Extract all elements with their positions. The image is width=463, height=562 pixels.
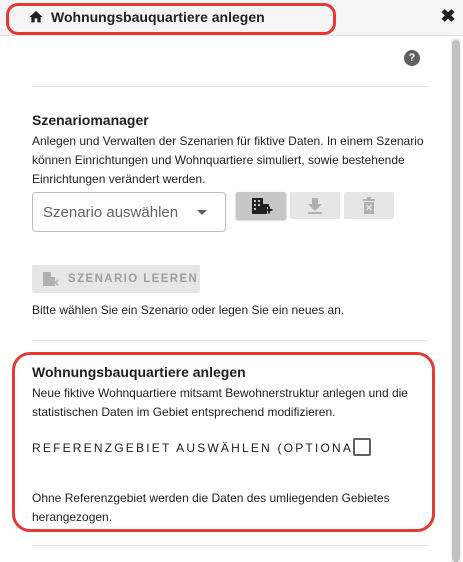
scenario-select[interactable]: Szenario auswählen [32,192,226,232]
housing-section-title: Wohnungsbauquartiere anlegen [32,364,246,380]
clear-building-icon [43,272,59,286]
download-scenario-button[interactable] [290,192,340,219]
download-icon [308,198,322,214]
scrollbar[interactable] [451,38,461,562]
reference-area-note: Ohne Referenzgebiet werden die Daten des… [32,491,390,524]
divider [32,545,428,546]
add-building-icon [252,198,273,214]
side-panel: Wohnungsbauquartiere anlegen ✖ ? Szenari… [0,0,463,562]
scenario-manager-title: Szenariomanager [32,112,149,128]
trash-icon [363,197,375,214]
help-icon[interactable]: ? [404,50,420,66]
delete-scenario-button[interactable] [344,192,394,219]
divider [32,86,428,87]
add-scenario-button[interactable] [236,192,286,219]
chevron-down-icon [197,210,207,215]
housing-section-description: Neue fiktive Wohnquartiere mitsamt Bewoh… [32,386,408,419]
header-highlight [6,3,336,35]
clear-scenario-label: SZENARIO LEEREN [68,273,199,285]
close-button[interactable]: ✖ [439,7,457,25]
reference-area-checkbox[interactable] [353,438,371,456]
scrollbar-thumb[interactable] [452,40,460,562]
divider [32,340,428,341]
clear-scenario-button[interactable]: SZENARIO LEEREN [32,265,200,293]
reference-area-label: REFERENZGEBIET AUSWÄHLEN (OPTIONAL) [32,441,369,455]
scenario-select-value: Szenario auswählen [43,204,179,221]
scenario-hint: Bitte wählen Sie ein Szenario oder legen… [32,303,345,317]
scenario-manager-description: Anlegen und Verwalten der Szenarien für … [32,134,424,186]
